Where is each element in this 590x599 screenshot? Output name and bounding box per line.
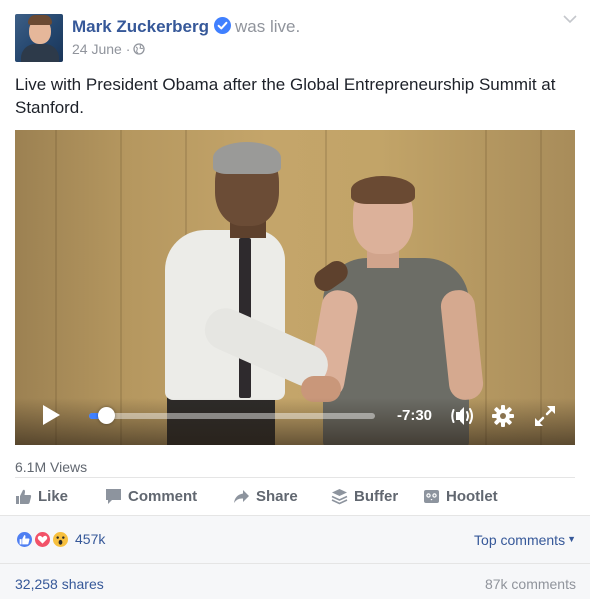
comment-icon <box>106 488 121 504</box>
share-label: Share <box>256 487 298 505</box>
video-player[interactable]: -7:30 <box>15 130 575 445</box>
share-button[interactable]: Share <box>233 478 298 514</box>
avatar-shirt <box>21 44 59 62</box>
post-card: Mark Zuckerberg was live. 24 June · Live … <box>0 0 590 599</box>
caret-down-icon: ▼ <box>567 534 576 544</box>
like-reaction-icon <box>15 529 34 549</box>
hootlet-label: Hootlet <box>446 487 498 505</box>
gear-icon[interactable] <box>491 404 515 428</box>
verified-badge-icon <box>214 17 231 34</box>
buffer-label: Buffer <box>354 487 399 505</box>
author-avatar[interactable] <box>15 14 63 62</box>
live-status: was live. <box>235 17 301 36</box>
play-icon[interactable] <box>41 404 61 426</box>
author-line: Mark Zuckerberg was live. <box>72 16 300 38</box>
comment-button[interactable]: Comment <box>105 478 197 514</box>
like-button[interactable]: Like <box>15 478 68 514</box>
like-label: Like <box>38 487 69 505</box>
fullscreen-icon[interactable] <box>533 404 557 428</box>
reaction-count: 457k <box>75 531 106 547</box>
time-remaining: -7:30 <box>397 407 433 424</box>
volume-icon[interactable] <box>451 404 477 428</box>
hootlet-icon <box>424 489 439 503</box>
thumbs-up-icon <box>16 489 32 504</box>
top-comments-dropdown[interactable]: Top comments ▼ <box>474 530 576 549</box>
avatar-hair <box>28 15 52 25</box>
view-count: 6.1M Views <box>15 459 88 475</box>
top-comments-label: Top comments <box>474 532 566 548</box>
post-date[interactable]: 24 June <box>72 41 122 57</box>
video-progress-track[interactable] <box>89 413 375 419</box>
post-meta: 24 June · <box>72 40 146 58</box>
reactions-summary[interactable]: 457k <box>15 529 105 549</box>
comments-link[interactable]: 87k comments <box>485 575 576 593</box>
shares-link[interactable]: 32,258 shares <box>15 575 104 593</box>
buffer-button[interactable]: Buffer <box>331 478 398 514</box>
video-controls: -7:30 <box>15 396 575 436</box>
video-scrubber-handle[interactable] <box>98 407 116 424</box>
figure-left-hair <box>213 142 281 174</box>
wow-reaction-icon <box>51 529 70 549</box>
divider <box>0 563 590 564</box>
figure-right-hair <box>351 176 415 204</box>
chevron-down-icon[interactable] <box>563 14 577 24</box>
globe-icon[interactable] <box>133 43 146 55</box>
share-icon <box>234 489 249 503</box>
author-name[interactable]: Mark Zuckerberg <box>72 17 209 36</box>
hootlet-button[interactable]: Hootlet <box>423 478 498 514</box>
post-caption: Live with President Obama after the Glob… <box>15 75 556 117</box>
buffer-icon <box>331 488 348 504</box>
engagement-footer: 457k Top comments ▼ 32,258 shares 87k com… <box>0 515 590 599</box>
comment-label: Comment <box>128 487 198 505</box>
action-bar: Like Comment Share Buffer Hootlet <box>15 478 575 514</box>
meta-separator: · <box>125 41 131 57</box>
love-reaction-icon <box>33 529 52 549</box>
